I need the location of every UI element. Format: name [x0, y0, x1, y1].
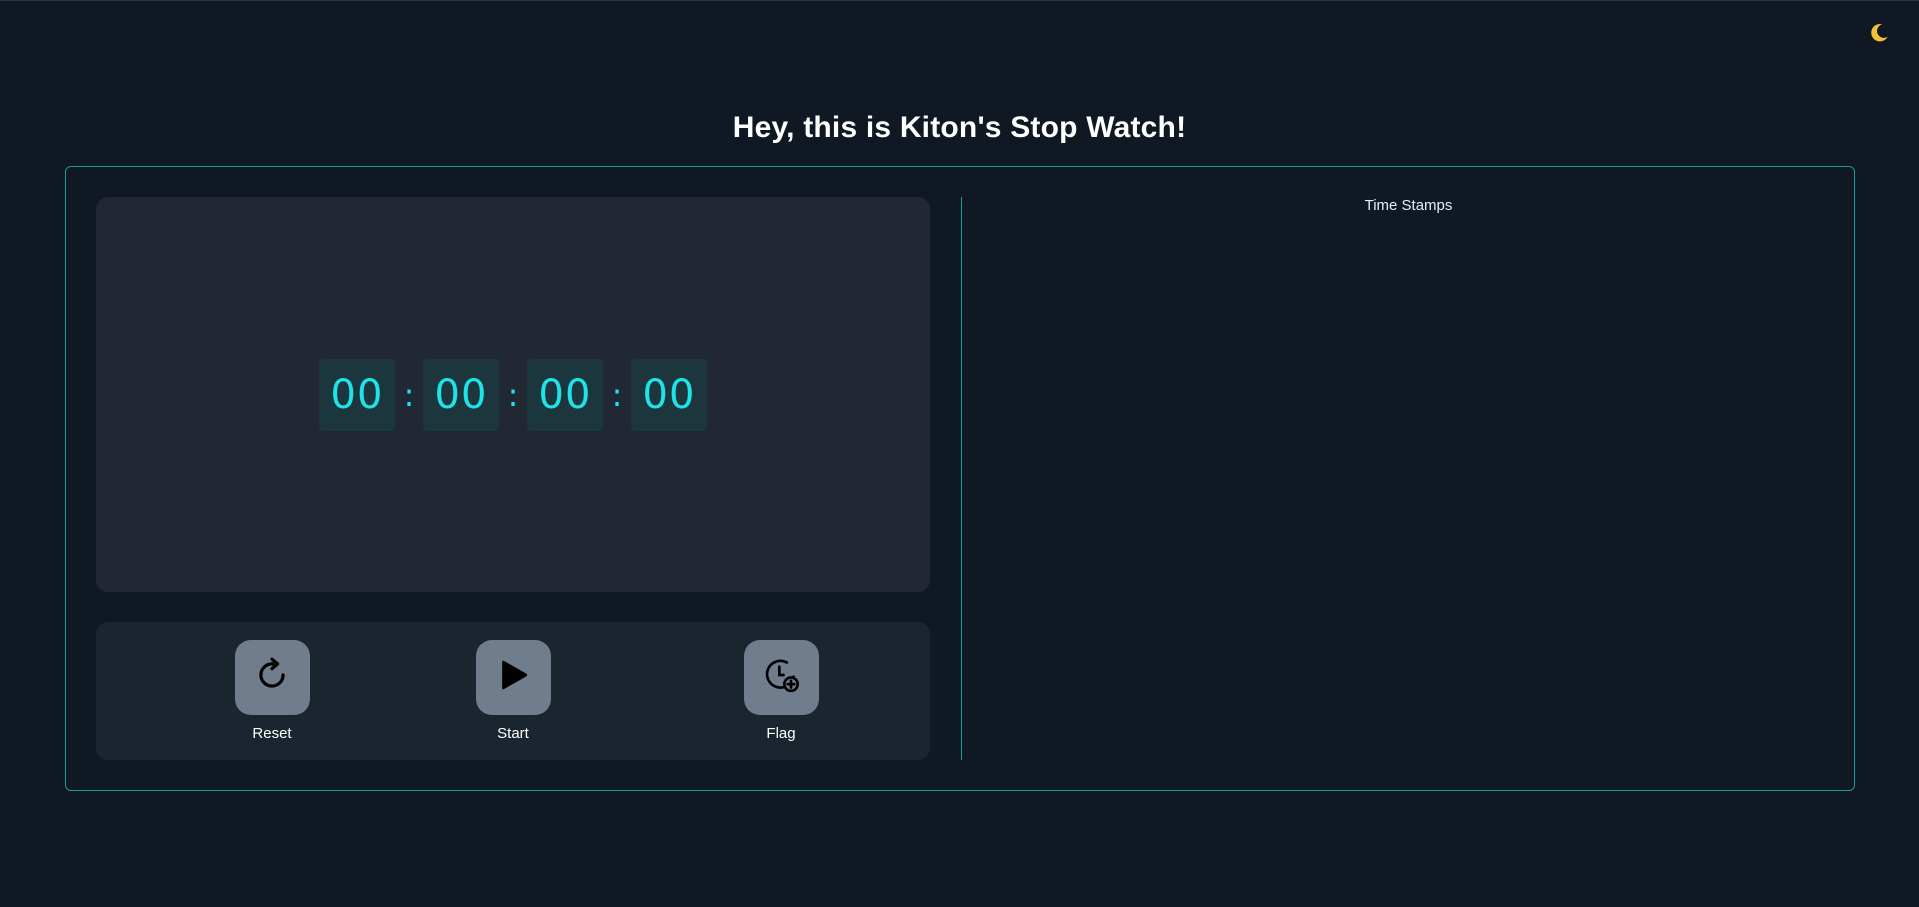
timestamps-title: Time Stamps [1364, 197, 1453, 214]
timer-separator: : [611, 375, 623, 414]
timer-display: 00 : 00 : 00 : 00 [319, 358, 707, 431]
play-icon [493, 655, 533, 700]
flag-label: Flag [766, 725, 796, 742]
page-title: Hey, this is Kiton's Stop Watch! [732, 111, 1187, 144]
reset-button[interactable] [234, 640, 310, 715]
flag-button[interactable] [743, 640, 819, 715]
minutes-digits: 00 [423, 358, 499, 431]
centiseconds-digits: 00 [631, 358, 707, 431]
controls-panel: Reset Start Flag [96, 622, 930, 760]
start-label: Start [497, 725, 529, 742]
panel-divider [961, 197, 962, 760]
reset-control: Reset [212, 640, 332, 742]
timer-display-panel: 00 : 00 : 00 : 00 [96, 197, 930, 592]
flag-clock-icon [761, 655, 801, 700]
reset-icon [253, 656, 291, 699]
start-control: Start [453, 640, 573, 742]
start-button[interactable] [475, 640, 551, 715]
theme-toggle-button[interactable] [1865, 21, 1893, 49]
stopwatch-card: 00 : 00 : 00 : 00 Reset Start Flag Time … [65, 166, 1855, 791]
reset-label: Reset [252, 725, 292, 742]
hours-digits: 00 [319, 358, 395, 431]
timer-separator: : [403, 375, 415, 414]
moon-icon [1868, 22, 1890, 49]
seconds-digits: 00 [527, 358, 603, 431]
flag-control: Flag [721, 640, 841, 742]
timer-separator: : [507, 375, 519, 414]
